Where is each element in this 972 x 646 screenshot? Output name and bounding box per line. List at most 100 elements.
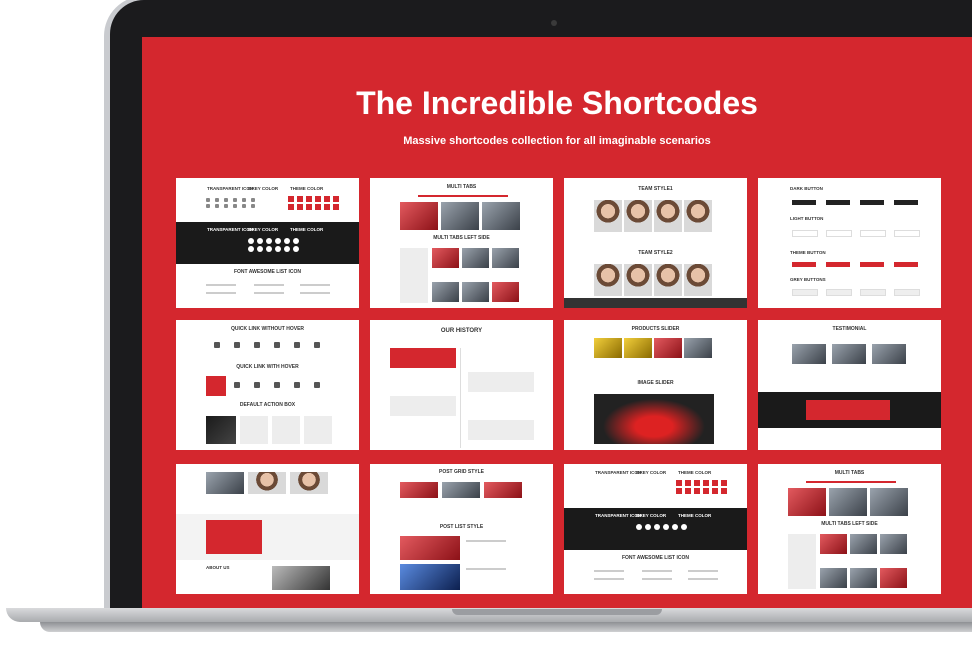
card-title: PRODUCTS SLIDER (631, 326, 680, 332)
card-history[interactable]: OUR HISTORY (370, 320, 553, 450)
label-grey-color-dark: GREY COLOR (248, 227, 279, 232)
dark-button[interactable] (792, 200, 816, 205)
car-photo (272, 566, 330, 590)
card-products-slider[interactable]: PRODUCTS SLIDER IMAGE SLIDER (564, 320, 747, 450)
car-photo (462, 248, 489, 268)
team-photo (594, 264, 622, 296)
card-multi-tabs[interactable]: MULTI TABS MULTI TABS LEFT SIDE (370, 178, 553, 308)
card-subtitle: MULTI TABS LEFT SIDE (821, 521, 878, 527)
car-photo (832, 344, 866, 364)
laptop-screen: The Incredible Shortcodes Massive shortc… (142, 37, 972, 610)
testimonial-quote (806, 400, 890, 420)
timeline-item (468, 372, 534, 392)
light-button[interactable] (894, 230, 920, 237)
car-photo (462, 282, 489, 302)
hero-subtitle: Massive shortcodes collection for all im… (403, 135, 711, 147)
gear-icon (294, 342, 300, 348)
light-button[interactable] (826, 230, 852, 237)
theme-button[interactable] (792, 262, 816, 267)
car-photo (850, 534, 877, 554)
grey-button[interactable] (826, 289, 852, 296)
dollar-icon (254, 382, 260, 388)
label-light-button: LIGHT BUTTON (790, 216, 824, 221)
theme-button[interactable] (860, 262, 884, 267)
photo (248, 472, 286, 494)
label-theme-color-dark: THEME COLOR (290, 227, 324, 232)
car-photo (872, 344, 906, 364)
team-photo (624, 264, 652, 296)
action-image (206, 416, 236, 444)
label-grey-buttons: GREY BUTTONS (790, 277, 826, 282)
theme-button[interactable] (894, 262, 918, 267)
tab-bar (418, 195, 508, 197)
icon-set-red (676, 480, 728, 494)
card-quick-link[interactable]: QUICK LINK WITHOUT HOVER QUICK LINK WITH… (176, 320, 359, 450)
car-photo (432, 248, 459, 268)
photo (290, 472, 328, 494)
action-box (240, 416, 268, 444)
team-footer (564, 298, 747, 308)
card-title: POST GRID STYLE (438, 469, 484, 475)
card-icons-2[interactable]: TRANSPARENT ICON GREY COLOR THEME COLOR … (564, 464, 747, 594)
hero-title: The Incredible Shortcodes (356, 85, 758, 121)
image-slider-photo (594, 394, 714, 444)
icon-set-white (636, 524, 688, 530)
grey-button[interactable] (860, 289, 886, 296)
action-box (272, 416, 300, 444)
card-title: MULTI TABS (834, 470, 865, 476)
card-testimonial[interactable]: TESTIMONIAL (758, 320, 941, 450)
photo (206, 472, 244, 494)
car-photo (880, 568, 907, 588)
card-title: FONT AWESOME LIST ICON (621, 555, 690, 561)
dark-button[interactable] (894, 200, 918, 205)
card-title: QUICK LINK WITHOUT HOVER (230, 326, 305, 332)
tools-icon (234, 382, 240, 388)
quick-link-active[interactable] (206, 376, 226, 396)
light-button[interactable] (860, 230, 886, 237)
timeline-item (468, 420, 534, 440)
card-subtitle: TEAM STYLE2 (638, 250, 673, 256)
grey-button[interactable] (894, 289, 920, 296)
list-line (206, 284, 236, 286)
timeline-line (460, 348, 461, 448)
team-photo (594, 200, 622, 232)
car-photo (792, 344, 826, 364)
welcome-band (176, 514, 359, 560)
car-photo (432, 282, 459, 302)
side-tabs (400, 248, 428, 303)
tools-icon (234, 342, 240, 348)
dark-button[interactable] (860, 200, 884, 205)
card-team[interactable]: TEAM STYLE1 TEAM STYLE2 (564, 178, 747, 308)
team-photo (654, 264, 682, 296)
tab-bar (806, 481, 896, 483)
label-transparent-icon: TRANSPARENT ICON (207, 186, 254, 191)
card-multi-tabs-2[interactable]: MULTI TABS MULTI TABS LEFT SIDE (758, 464, 941, 594)
card-about[interactable]: ABOUT US (176, 464, 359, 594)
card-title: TESTIMONIAL (832, 326, 867, 332)
list-line (206, 292, 236, 294)
card-subtitle: QUICK LINK WITH HOVER (236, 364, 299, 370)
post-photo (400, 482, 438, 498)
card-icons[interactable]: TRANSPARENT ICON GREY COLOR THEME COLOR … (176, 178, 359, 308)
label-grey-color: GREY COLOR (636, 470, 667, 475)
side-tabs (788, 534, 816, 589)
video-box[interactable] (206, 520, 262, 554)
car-icon (214, 342, 220, 348)
label-theme-color: THEME COLOR (290, 186, 324, 191)
theme-button[interactable] (826, 262, 850, 267)
car-photo (684, 338, 712, 358)
light-button[interactable] (792, 230, 818, 237)
post-line (466, 568, 506, 570)
card-buttons[interactable]: DARK BUTTON LIGHT BUTTON THEME BUTTON GR… (758, 178, 941, 308)
car-photo (492, 282, 519, 302)
grey-button[interactable] (792, 289, 818, 296)
dark-button[interactable] (826, 200, 850, 205)
card-post-grid[interactable]: POST GRID STYLE POST LIST STYLE (370, 464, 553, 594)
timeline-item (390, 396, 456, 416)
camera-icon (551, 20, 557, 26)
card-title: OUR HISTORY (440, 328, 483, 334)
card-title: TEAM STYLE1 (638, 186, 673, 192)
team-photo (684, 200, 712, 232)
post-photo (400, 564, 460, 590)
car-photo (788, 488, 826, 516)
